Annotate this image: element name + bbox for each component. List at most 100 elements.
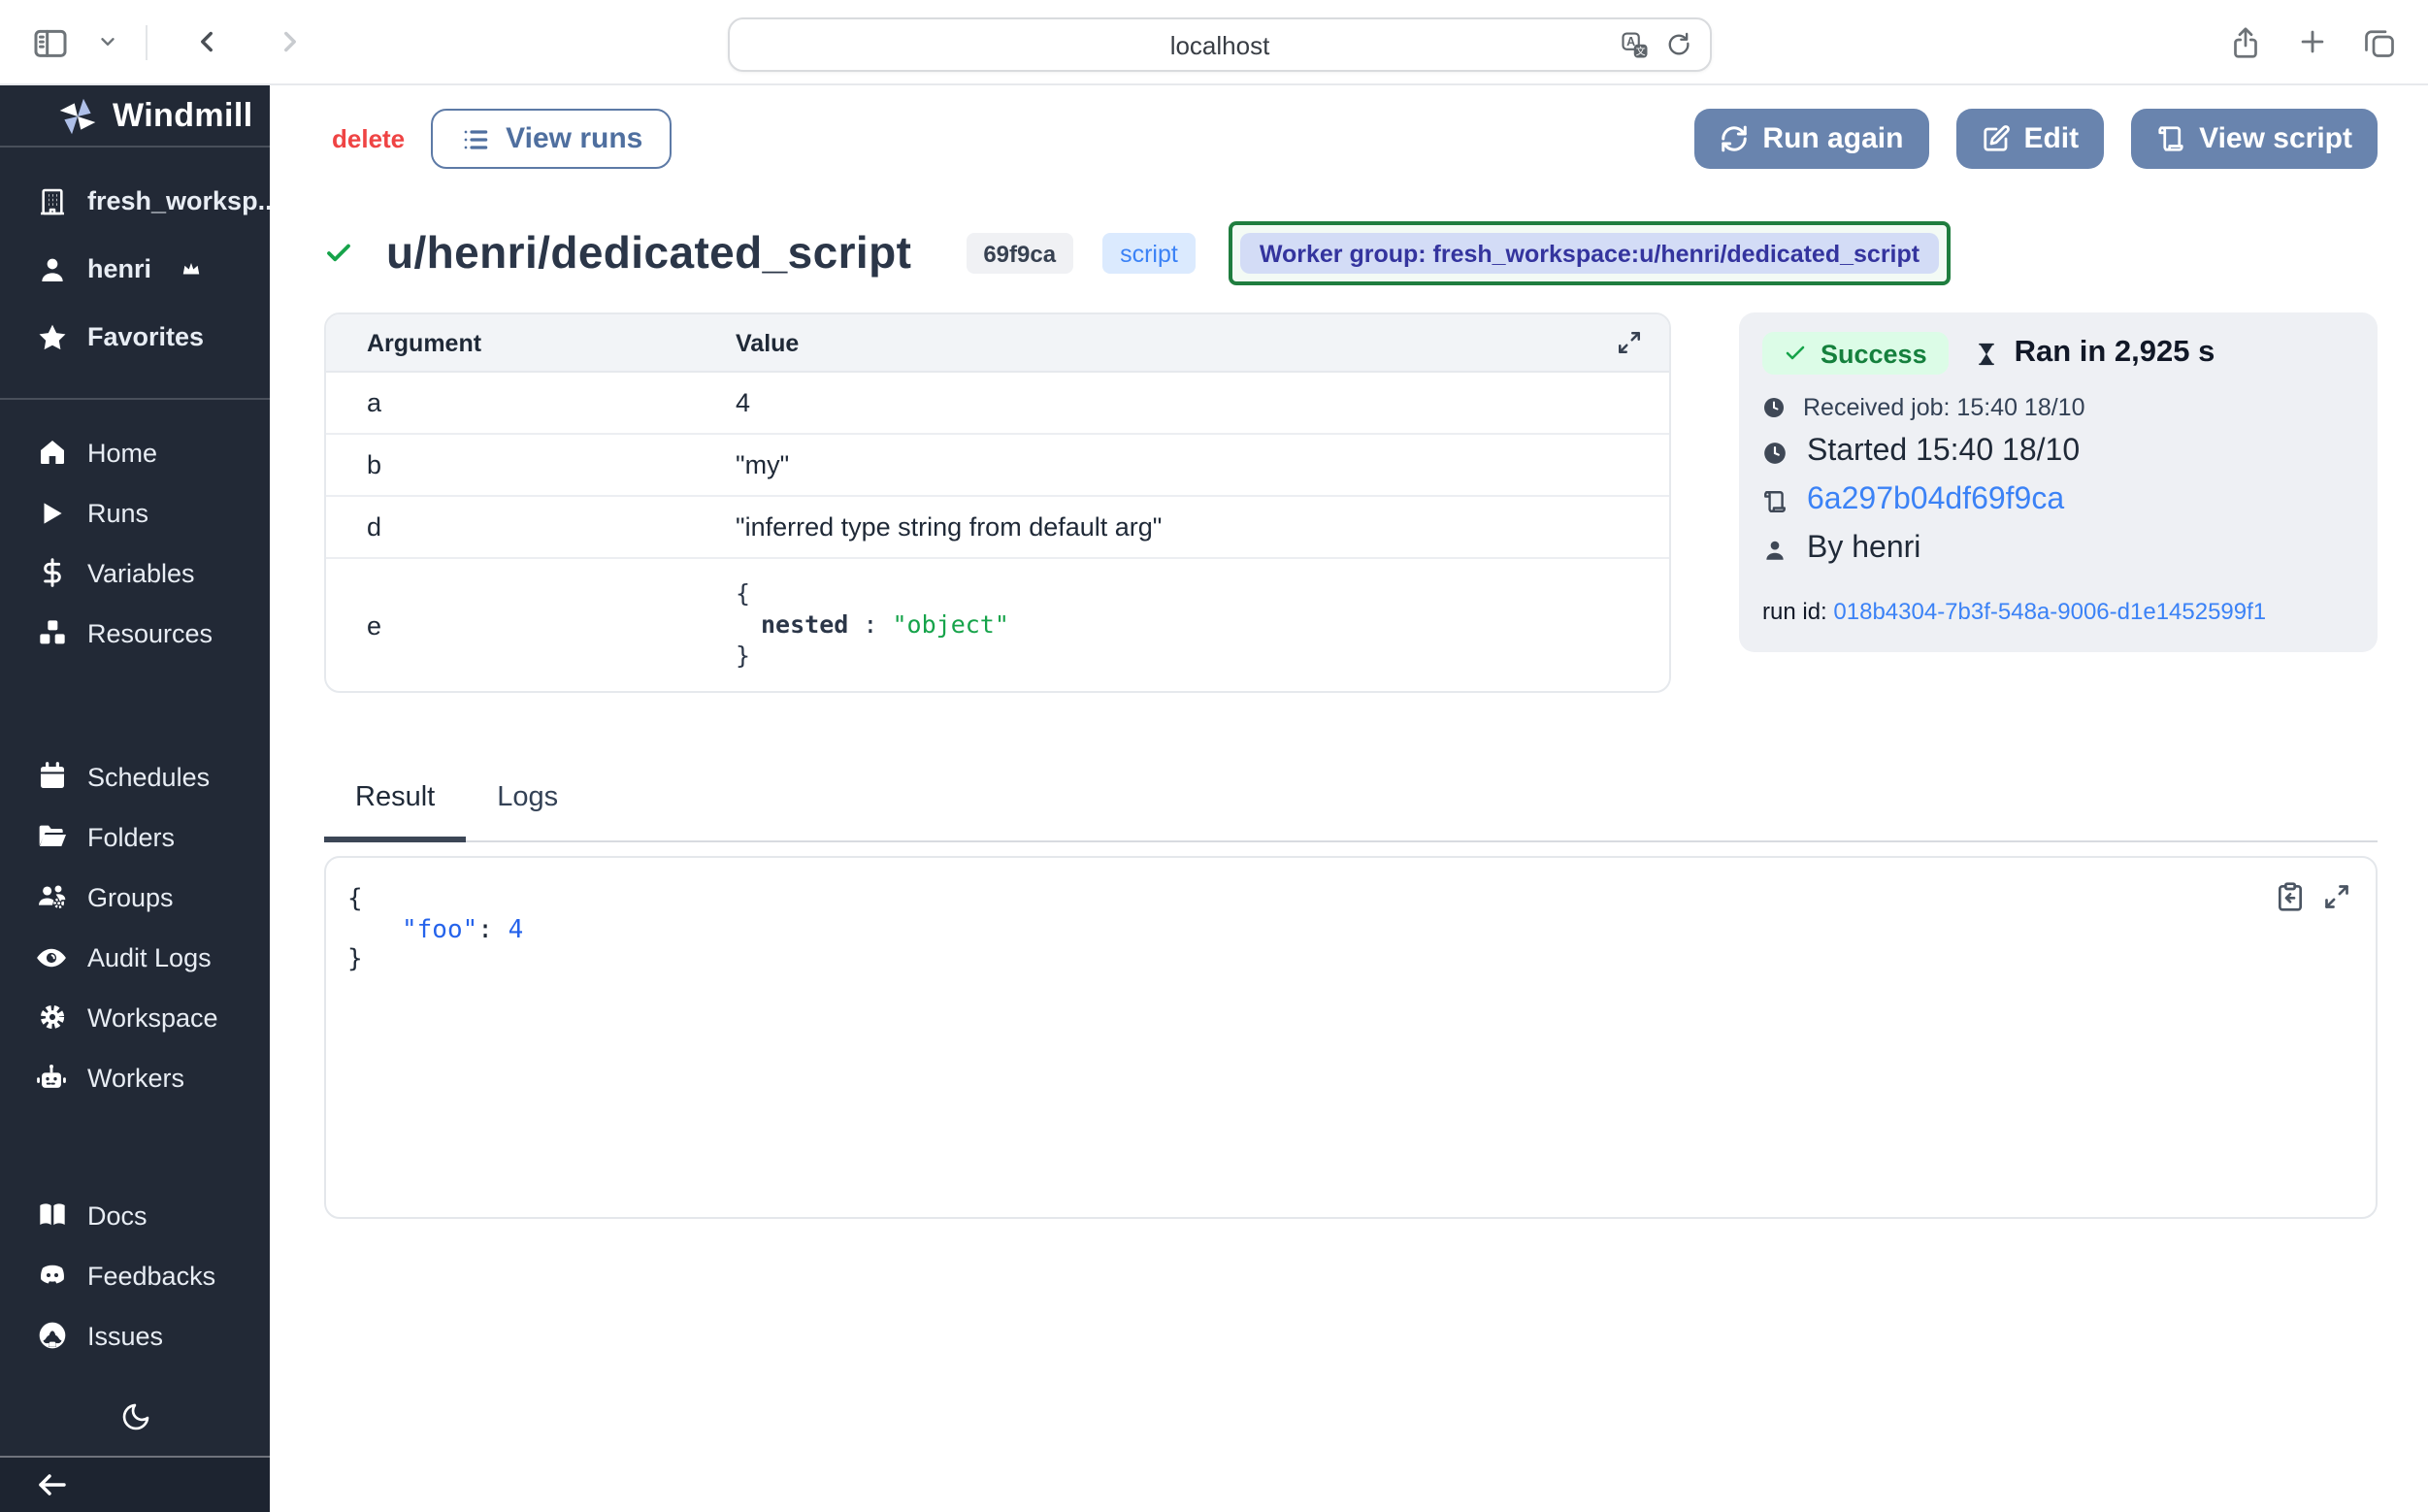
- view-script-label: View script: [2199, 122, 2352, 155]
- sidebar-item-label: Favorites: [87, 322, 204, 351]
- users-gear-icon: [35, 882, 68, 913]
- page-title: u/henri/dedicated_script: [386, 227, 911, 279]
- reload-icon[interactable]: [1665, 31, 1692, 58]
- share-icon[interactable]: [2228, 24, 2263, 59]
- new-tab-icon[interactable]: [2296, 25, 2329, 58]
- sidebar-item-schedules[interactable]: Schedules: [0, 747, 270, 807]
- sidebar-item-variables[interactable]: Variables: [0, 543, 270, 604]
- sidebar: Windmill fresh_worksp... henri: [0, 85, 270, 1512]
- sidebar-item-workers[interactable]: Workers: [0, 1048, 270, 1108]
- sidebar-item-label: Home: [87, 439, 157, 468]
- hourglass-icon: [1974, 341, 1999, 366]
- dark-mode-toggle[interactable]: [119, 1401, 150, 1432]
- run-again-label: Run again: [1762, 122, 1903, 155]
- argument-name: d: [326, 512, 736, 542]
- discord-icon: [35, 1261, 68, 1292]
- column-argument: Argument: [326, 329, 736, 356]
- worker-group-badge: Worker group: fresh_workspace:u/henri/de…: [1240, 233, 1939, 274]
- json-colon: :: [863, 609, 877, 639]
- forward-button[interactable]: [274, 25, 307, 58]
- sidebar-item-resources[interactable]: Resources: [0, 604, 270, 664]
- success-check-icon: [324, 239, 353, 268]
- run-detail-panel: Success Ran in 2,925 s R: [1739, 312, 2378, 652]
- user-icon: [1762, 537, 1788, 562]
- argument-value: 4: [736, 388, 1669, 417]
- sidebar-item-issues[interactable]: Issues: [0, 1306, 270, 1366]
- address-bar[interactable]: localhost A文: [728, 17, 1712, 72]
- job-id-link[interactable]: 6a297b04df69f9ca: [1807, 483, 2064, 518]
- translate-icon[interactable]: A文: [1621, 30, 1650, 59]
- sidebar-item-label: Audit Logs: [87, 943, 212, 972]
- sidebar-item-docs[interactable]: Docs: [0, 1186, 270, 1246]
- collapse-sidebar-icon[interactable]: [35, 1467, 70, 1502]
- back-button[interactable]: [190, 25, 223, 58]
- list-icon: [459, 123, 490, 154]
- sidebar-item-feedbacks[interactable]: Feedbacks: [0, 1246, 270, 1306]
- run-id-label: run id:: [1762, 598, 1827, 625]
- sidebar-item-label: Groups: [87, 883, 174, 912]
- scroll-icon: [1762, 488, 1788, 513]
- received-job-text: Received job: 15:40 18/10: [1803, 394, 2085, 421]
- play-icon: [35, 499, 68, 528]
- book-open-icon: [35, 1200, 68, 1232]
- view-runs-button[interactable]: View runs: [430, 109, 672, 169]
- worker-group-box: Worker group: fresh_workspace:u/henri/de…: [1229, 221, 1951, 285]
- view-runs-label: View runs: [506, 122, 642, 155]
- sidebar-item-label: fresh_worksp...: [87, 186, 279, 215]
- json-brace: {: [736, 578, 1669, 609]
- edit-button[interactable]: Edit: [1955, 109, 2104, 169]
- delete-button[interactable]: delete: [332, 124, 405, 153]
- svg-text:A: A: [1626, 34, 1635, 48]
- json-key[interactable]: nested: [736, 609, 848, 639]
- argument-value: "my": [736, 450, 1669, 479]
- crown-icon: [175, 258, 208, 279]
- column-value: Value: [736, 329, 799, 356]
- refresh-icon: [1720, 124, 1749, 153]
- run-author: By henri: [1807, 532, 1920, 567]
- check-icon: [1784, 342, 1807, 365]
- sidebar-item-favorites[interactable]: Favorites: [0, 303, 270, 371]
- json-brace: {: [347, 885, 2376, 915]
- tab-logs[interactable]: Logs: [466, 782, 589, 840]
- sidebar-item-audit-logs[interactable]: Audit Logs: [0, 928, 270, 988]
- status-badge: Success: [1762, 332, 1949, 375]
- calendar-icon: [35, 762, 68, 793]
- view-script-button[interactable]: View script: [2131, 109, 2378, 169]
- argument-name: e: [326, 610, 736, 640]
- sidebar-toggle-icon[interactable]: [31, 22, 70, 61]
- tab-result[interactable]: Result: [324, 782, 466, 842]
- edit-pencil-icon: [1981, 124, 2010, 153]
- run-again-button[interactable]: Run again: [1694, 109, 1928, 169]
- sidebar-item-folders[interactable]: Folders: [0, 807, 270, 868]
- json-brace: }: [736, 641, 1669, 672]
- script-type-badge: script: [1102, 233, 1196, 274]
- sidebar-item-label: Workspace: [87, 1003, 218, 1033]
- sidebar-item-label: Schedules: [87, 763, 210, 792]
- windmill-logo[interactable]: Windmill: [0, 85, 270, 147]
- argument-name: b: [326, 450, 736, 479]
- copy-result-icon[interactable]: [2275, 881, 2306, 912]
- arguments-table-header: Argument Value: [326, 314, 1669, 373]
- sidebar-item-label: henri: [87, 254, 151, 283]
- json-key[interactable]: "foo": [402, 915, 477, 944]
- json-number-value: 4: [509, 915, 524, 944]
- home-icon: [35, 438, 68, 469]
- sidebar-item-runs[interactable]: Runs: [0, 483, 270, 543]
- chevron-down-icon[interactable]: [97, 31, 118, 52]
- sidebar-item-user[interactable]: henri: [0, 235, 270, 303]
- sidebar-item-groups[interactable]: Groups: [0, 868, 270, 928]
- argument-object-value: { nested : "object" }: [736, 578, 1669, 672]
- json-string-value: "object": [893, 609, 1009, 639]
- windmill-pinwheel-icon: [56, 94, 99, 137]
- sidebar-item-workspace[interactable]: fresh_worksp...: [0, 167, 270, 235]
- sidebar-item-workspace-settings[interactable]: Workspace: [0, 988, 270, 1048]
- argument-value: "inferred type string from default arg": [736, 512, 1669, 542]
- main-content: delete View runs Run again: [270, 85, 2428, 1512]
- result-logs-tabs: Result Logs: [324, 782, 2378, 842]
- expand-table-icon[interactable]: [1617, 330, 1642, 355]
- expand-result-icon[interactable]: [2323, 881, 2350, 912]
- arguments-table: Argument Value a 4 b "my": [324, 312, 1671, 693]
- tab-overview-icon[interactable]: [2362, 24, 2397, 59]
- sidebar-item-home[interactable]: Home: [0, 423, 270, 483]
- run-id-link[interactable]: 018b4304-7b3f-548a-9006-d1e1452599f1: [1833, 598, 2266, 625]
